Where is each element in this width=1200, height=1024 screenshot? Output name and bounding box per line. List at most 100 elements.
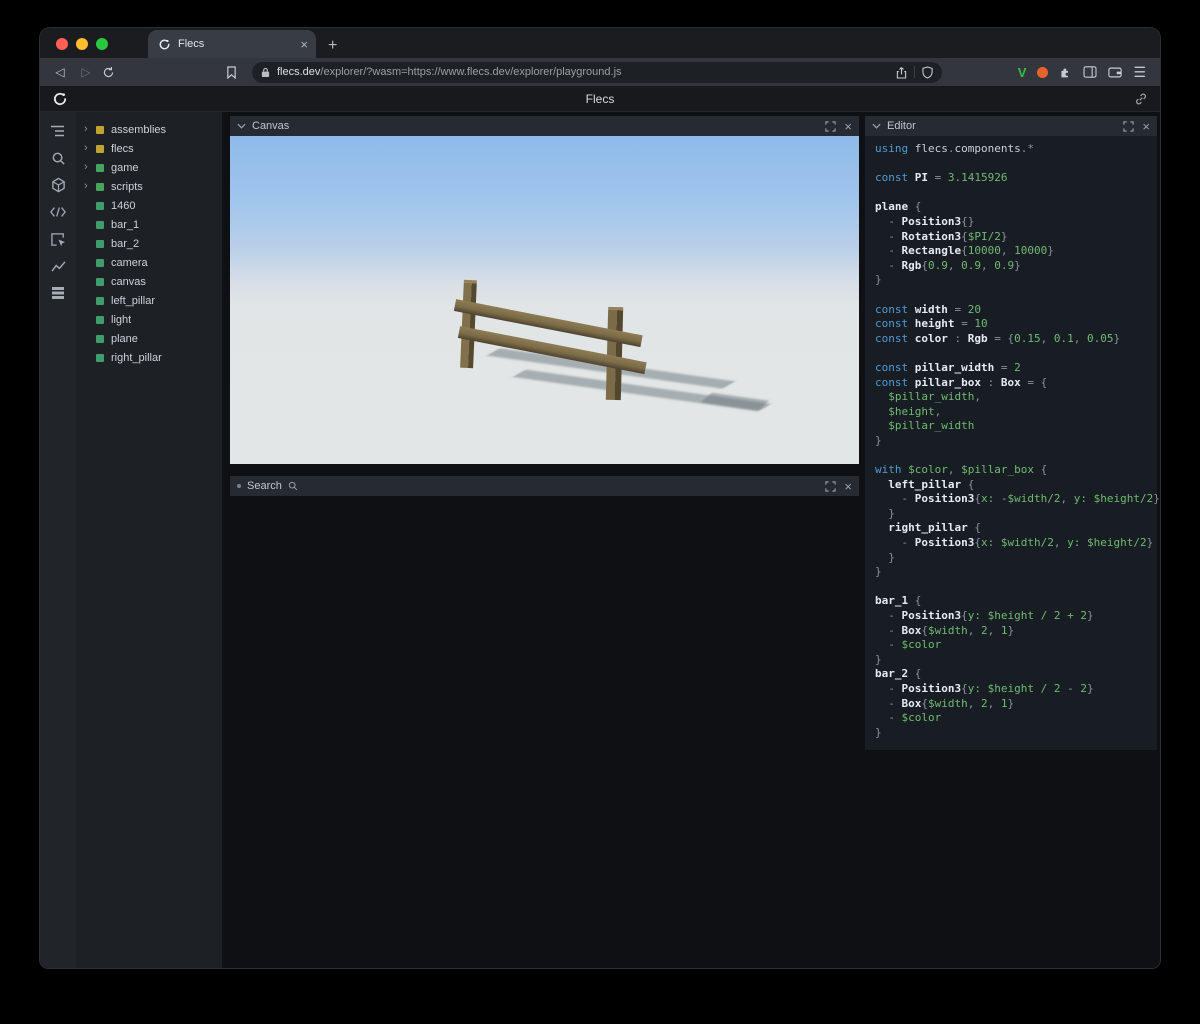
window-zoom-button[interactable] — [96, 38, 108, 50]
expand-chevron-icon[interactable]: › — [84, 143, 92, 154]
canvas-panel: Canvas × — [230, 116, 859, 464]
stats-icon[interactable] — [48, 284, 68, 302]
expand-chevron-icon[interactable]: › — [84, 181, 92, 192]
editor-code[interactable]: using flecs.components.* const PI = 3.14… — [865, 136, 1160, 750]
cube-icon[interactable] — [48, 176, 68, 194]
tab-close-icon[interactable]: × — [300, 38, 308, 51]
code-token: 0.9 — [961, 258, 981, 272]
code-token: } — [875, 433, 882, 447]
code-token: y: $height / 2 - 2 — [967, 681, 1087, 695]
code-token: - — [875, 214, 902, 228]
code-token: .* — [1020, 142, 1034, 155]
code-token: { — [921, 696, 928, 710]
expand-icon[interactable] — [825, 480, 837, 492]
back-button[interactable]: ◁ — [50, 65, 70, 79]
code-token: right_pillar — [888, 521, 968, 535]
expand-chevron-icon[interactable]: › — [84, 162, 92, 173]
code-token: x: $width/2 — [980, 536, 1054, 550]
menu-button[interactable]: ☰ — [1133, 64, 1146, 81]
extension-v-button[interactable]: V — [1018, 65, 1027, 80]
tree-item-assemblies[interactable]: › assemblies — [76, 120, 222, 139]
window-minimize-button[interactable] — [76, 38, 88, 50]
code-line: - Rotation3{$PI/2} — [875, 230, 1147, 245]
code-line: bar_2 { — [875, 667, 1147, 682]
code-line: $height, — [875, 405, 1147, 420]
entity-tree-icon[interactable] — [48, 122, 68, 140]
code-line: } — [875, 434, 1147, 449]
code-token: } — [1047, 244, 1054, 258]
code-token: { — [974, 492, 981, 506]
entity-color-swatch — [96, 334, 104, 343]
close-icon[interactable]: × — [844, 480, 852, 493]
forward-button[interactable]: ▷ — [76, 65, 96, 79]
tree-item-flecs[interactable]: › flecs — [76, 139, 222, 158]
tree-item-camera[interactable]: camera — [76, 253, 222, 272]
tree-item-1460[interactable]: 1460 — [76, 196, 222, 215]
tree-item-bar_1[interactable]: bar_1 — [76, 215, 222, 234]
tree-item-bar_2[interactable]: bar_2 — [76, 234, 222, 253]
close-icon[interactable]: × — [1142, 120, 1150, 133]
sidebar-toggle-icon[interactable] — [1083, 66, 1097, 78]
expand-chevron-icon[interactable]: › — [84, 124, 92, 135]
reload-button[interactable] — [102, 66, 122, 79]
window-close-button[interactable] — [56, 38, 68, 50]
canvas-viewport[interactable] — [230, 136, 859, 464]
chevron-down-icon[interactable] — [237, 123, 246, 129]
entity-color-swatch — [96, 220, 104, 229]
code-token: = — [928, 171, 948, 185]
tree-item-light[interactable]: light — [76, 310, 222, 329]
chevron-down-icon[interactable] — [872, 123, 881, 129]
tree-item-left_pillar[interactable]: left_pillar — [76, 291, 222, 310]
share-link-icon[interactable] — [1134, 92, 1148, 106]
wallet-icon[interactable] — [1108, 67, 1123, 78]
code-line: left_pillar { — [875, 478, 1147, 493]
extension-orange-icon[interactable] — [1037, 66, 1049, 78]
tree-item-game[interactable]: › game — [76, 158, 222, 177]
inspect-icon[interactable] — [48, 230, 68, 248]
tree-item-right_pillar[interactable]: right_pillar — [76, 348, 222, 367]
tree-item-canvas[interactable]: canvas — [76, 272, 222, 291]
panel-dot-icon — [237, 484, 241, 488]
code-line: plane { — [875, 200, 1147, 215]
tree-item-label: plane — [111, 332, 138, 345]
lock-icon — [261, 67, 270, 78]
code-token: : — [947, 331, 968, 345]
code-token: $pillar_width — [888, 390, 975, 404]
tree-item-plane[interactable]: plane — [76, 329, 222, 348]
entity-color-swatch — [96, 144, 104, 153]
code-line: - Rgb{0.9, 0.9, 0.9} — [875, 259, 1147, 274]
canvas-panel-header[interactable]: Canvas × — [230, 116, 859, 136]
entity-color-swatch — [96, 258, 104, 267]
code-icon[interactable] — [48, 203, 68, 221]
browser-tab[interactable]: Flecs × — [148, 30, 316, 58]
code-token: , — [987, 696, 1001, 710]
share-button[interactable] — [896, 66, 907, 79]
tree-item-scripts[interactable]: › scripts — [76, 177, 222, 196]
code-line: - Rectangle{10000, 10000} — [875, 244, 1147, 259]
brave-shield-icon[interactable] — [922, 65, 933, 79]
code-token: , — [947, 463, 962, 477]
code-token: } — [1086, 609, 1094, 622]
search-icon[interactable] — [48, 149, 68, 167]
code-token: { — [908, 667, 922, 681]
code-token: Rgb — [901, 258, 922, 272]
url-bar[interactable]: flecs.dev/explorer/?wasm=https://www.fle… — [252, 61, 942, 83]
expand-icon[interactable] — [825, 120, 837, 132]
code-token: , — [1073, 331, 1087, 345]
editor-panel-header[interactable]: Editor × — [865, 116, 1157, 136]
flecs-logo-icon[interactable] — [52, 91, 68, 107]
search-panel-header[interactable]: Search × — [230, 476, 859, 496]
extensions-puzzle-icon[interactable] — [1059, 66, 1072, 79]
bookmark-icon[interactable] — [226, 65, 246, 79]
close-icon[interactable]: × — [844, 120, 852, 133]
new-tab-button[interactable]: + — [328, 38, 337, 54]
editor-column: Editor × using flecs.components.* const … — [865, 112, 1160, 968]
code-token: flecs — [914, 142, 948, 155]
code-line: const height = 10 — [875, 317, 1147, 332]
chart-icon[interactable] — [48, 257, 68, 275]
code-token: 1 — [1000, 696, 1008, 710]
expand-icon[interactable] — [1123, 120, 1135, 132]
code-token: { — [921, 623, 928, 637]
code-token: , — [981, 258, 995, 272]
tree-item-label: right_pillar — [111, 351, 162, 364]
